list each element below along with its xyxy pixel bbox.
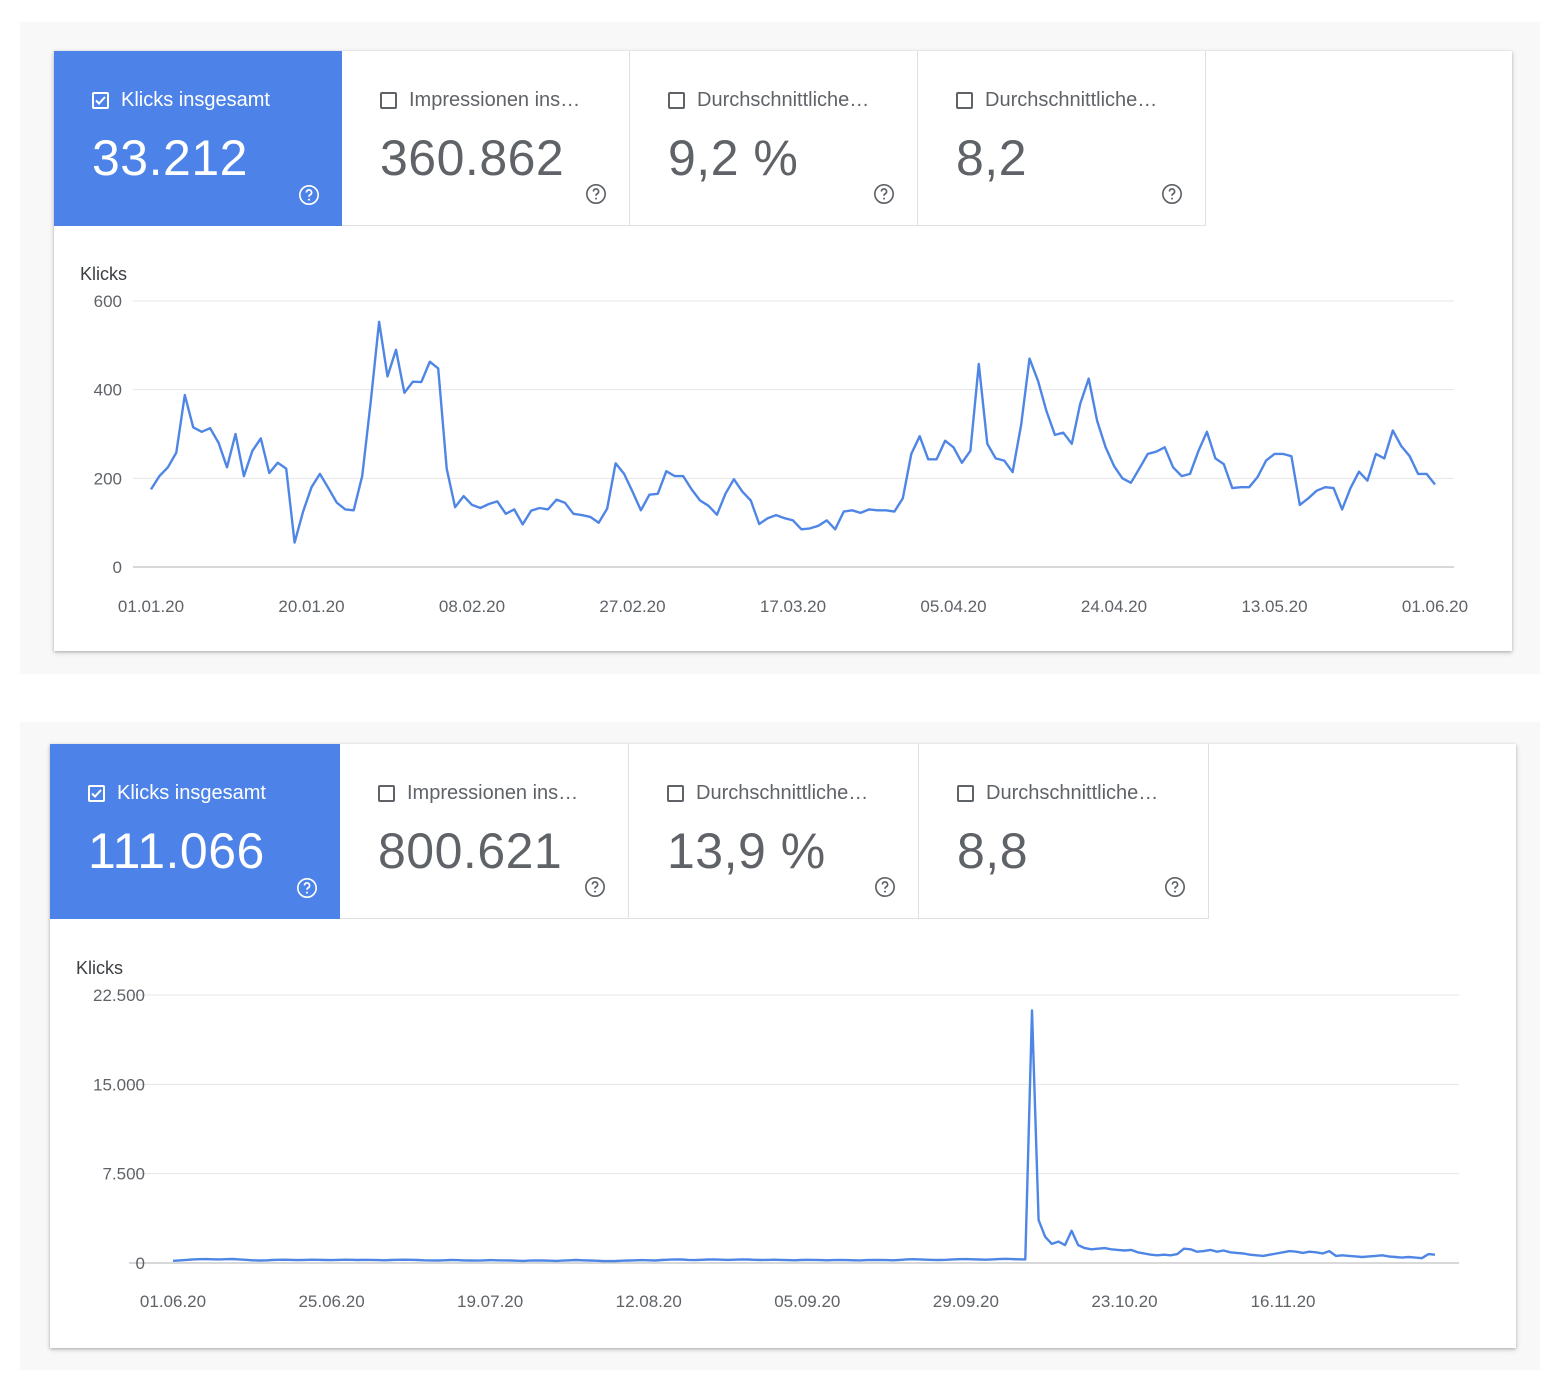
metric-label: Klicks insgesamt: [121, 89, 270, 111]
metric-average-ctr[interactable]: Durchschnittliche… 13,9 %: [629, 744, 919, 919]
performance-card-2: Klicks insgesamt 111.066 Impressionen in…: [50, 744, 1516, 1348]
y-tick-label: 200: [94, 469, 122, 488]
metric-label: Durchschnittliche…: [696, 782, 869, 804]
metric-value: 8,2: [956, 130, 1028, 186]
metric-total-impressions[interactable]: Impressionen ins… 360.862: [342, 51, 630, 226]
checkbox-unchecked-icon[interactable]: [668, 92, 685, 109]
metric-value: 13,9 %: [667, 823, 826, 879]
x-tick-label: 16.11.20: [1251, 1292, 1316, 1311]
y-axis-title: Klicks: [76, 958, 123, 978]
checkbox-unchecked-icon[interactable]: [957, 785, 974, 802]
clicks-chart-1[interactable]: Klicks 0 200 400 600 01.01.20 20.01.20 08.02.20…: [54, 256, 1512, 636]
x-tick-label: 05.04.20: [920, 597, 986, 616]
help-circle-icon[interactable]: [585, 183, 607, 205]
help-circle-icon[interactable]: [873, 183, 895, 205]
y-tick-label: 400: [94, 381, 122, 400]
x-tick-label: 05.09.20: [774, 1292, 840, 1311]
performance-card-1: Klicks insgesamt 33.212 Impressionen ins…: [54, 51, 1512, 651]
y-axis-title: Klicks: [80, 264, 127, 284]
metric-average-ctr[interactable]: Durchschnittliche… 9,2 %: [630, 51, 918, 226]
metric-total-clicks[interactable]: Klicks insgesamt 111.066: [50, 744, 340, 919]
x-tick-label: 13.05.20: [1241, 597, 1307, 616]
metric-label: Impressionen ins…: [409, 89, 581, 111]
y-tick-label: 15.000: [93, 1075, 145, 1094]
metric-value: 360.862: [380, 130, 565, 186]
metric-value: 33.212: [92, 130, 248, 186]
metric-tabs-2: Klicks insgesamt 111.066 Impressionen in…: [50, 744, 1209, 919]
x-tick-label: 01.01.20: [118, 597, 184, 616]
help-circle-icon[interactable]: [298, 184, 320, 206]
metric-value: 111.066: [88, 823, 265, 879]
x-tick-label: 01.06.20: [1402, 597, 1468, 616]
help-circle-icon[interactable]: [874, 876, 896, 898]
metric-average-position[interactable]: Durchschnittliche… 8,2: [918, 51, 1206, 226]
checkbox-unchecked-icon[interactable]: [956, 92, 973, 109]
metric-value: 9,2 %: [668, 130, 799, 186]
help-circle-icon[interactable]: [1161, 183, 1183, 205]
x-tick-label: 24.04.20: [1081, 597, 1147, 616]
checkbox-unchecked-icon[interactable]: [380, 92, 397, 109]
y-tick-label: 0: [136, 1254, 145, 1273]
checkbox-checked-icon[interactable]: [88, 785, 105, 802]
clicks-series-line: [149, 320, 1436, 544]
checkbox-checked-icon[interactable]: [92, 92, 109, 109]
metric-total-impressions[interactable]: Impressionen ins… 800.621: [340, 744, 629, 919]
clicks-series-line: [172, 1009, 1436, 1263]
metric-label: Durchschnittliche…: [697, 89, 870, 111]
checkbox-unchecked-icon[interactable]: [667, 785, 684, 802]
metric-tabs-1: Klicks insgesamt 33.212 Impressionen ins…: [54, 51, 1206, 226]
clicks-line-chart: Klicks 0 200 400 600 01.01.20 20.01.20 08.02.20…: [80, 264, 1468, 616]
metric-label: Impressionen ins…: [407, 782, 579, 804]
y-tick-label: 600: [94, 292, 122, 311]
metric-total-clicks[interactable]: Klicks insgesamt 33.212: [54, 51, 342, 226]
metric-average-position[interactable]: Durchschnittliche… 8,8: [919, 744, 1209, 919]
y-tick-label: 7.500: [102, 1165, 145, 1184]
x-tick-label: 17.03.20: [760, 597, 826, 616]
x-tick-label: 27.02.20: [599, 597, 665, 616]
help-circle-icon[interactable]: [1164, 876, 1186, 898]
checkbox-unchecked-icon[interactable]: [378, 785, 395, 802]
x-tick-label: 19.07.20: [457, 1292, 523, 1311]
y-tick-label: 0: [113, 558, 122, 577]
help-circle-icon[interactable]: [584, 876, 606, 898]
clicks-line-chart: Klicks 0 7.500 15.000 22.500 01.06.20 25.06.20…: [76, 958, 1459, 1311]
metric-label: Durchschnittliche…: [986, 782, 1159, 804]
metric-label: Klicks insgesamt: [117, 782, 266, 804]
help-circle-icon[interactable]: [296, 877, 318, 899]
x-tick-label: 08.02.20: [439, 597, 505, 616]
x-tick-label: 12.08.20: [616, 1292, 682, 1311]
clicks-chart-2[interactable]: Klicks 0 7.500 15.000 22.500 01.06.20 25.06.20…: [50, 949, 1516, 1334]
x-tick-label: 20.01.20: [278, 597, 344, 616]
x-tick-label: 29.09.20: [933, 1292, 999, 1311]
y-tick-label: 22.500: [93, 986, 145, 1005]
metric-label: Durchschnittliche…: [985, 89, 1158, 111]
metric-value: 800.621: [378, 823, 563, 879]
metric-value: 8,8: [957, 823, 1029, 879]
x-tick-label: 01.06.20: [140, 1292, 206, 1311]
x-tick-label: 25.06.20: [298, 1292, 364, 1311]
x-tick-label: 23.10.20: [1091, 1292, 1157, 1311]
